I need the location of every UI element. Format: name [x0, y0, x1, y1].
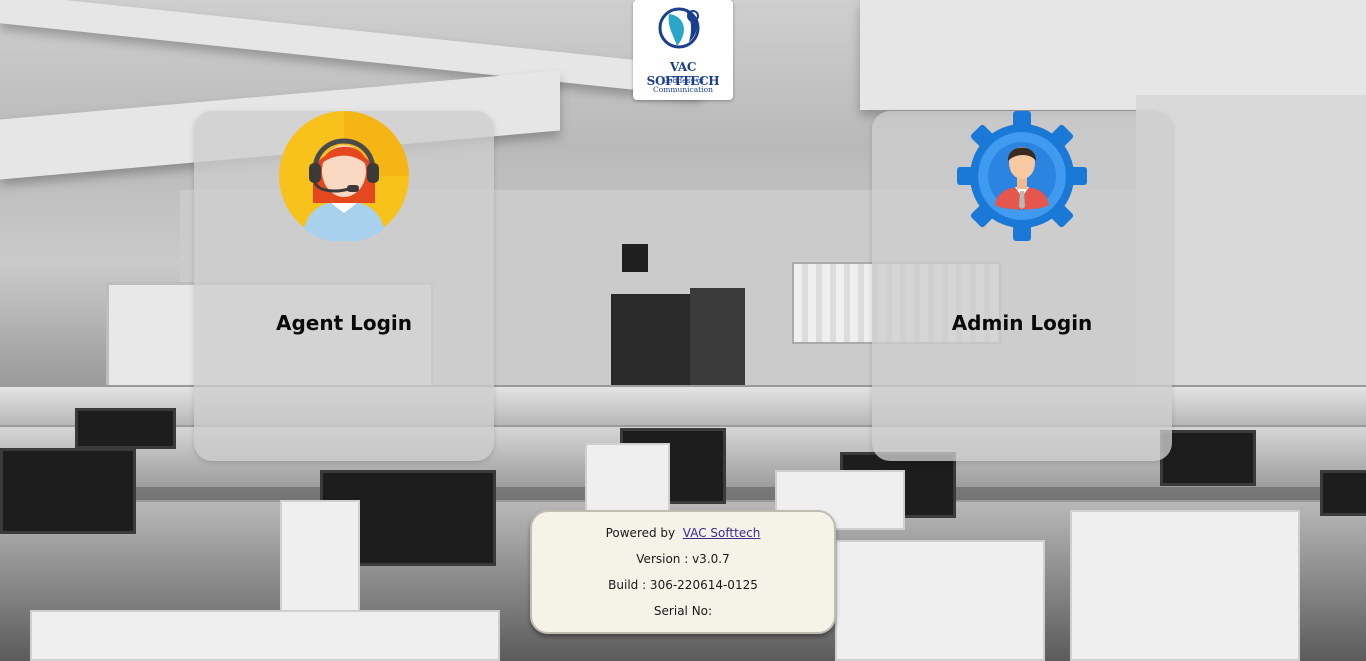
wall-speaker [622, 244, 648, 272]
version-info-panel: Powered by VAC Softtech Version : v3.0.7… [530, 510, 836, 634]
call-center-agent-icon [279, 111, 409, 241]
admin-gear-user-icon [957, 111, 1087, 241]
monitor [0, 448, 136, 534]
vac-softtech-logo: VAC SOFTTECH Goddess of Communication [633, 0, 733, 100]
monitor [75, 408, 176, 449]
admin-login-label: Admin Login [951, 311, 1093, 335]
ceiling-beam [0, 0, 700, 97]
powered-by-line: Powered by VAC Softtech [532, 524, 834, 542]
agent-login-card[interactable]: Agent Login [194, 111, 494, 461]
desk-partition [280, 500, 360, 620]
serial-text: Serial No: [653, 604, 713, 618]
monitor [1160, 430, 1256, 486]
build-text: Build : 306-220614-0125 [608, 578, 758, 592]
logo-mark-icon [658, 7, 700, 49]
ceiling-beam [860, 0, 1366, 110]
vac-softtech-link[interactable]: VAC Softtech [683, 526, 761, 540]
desk-partition [585, 443, 670, 513]
version-text: Version : v3.0.7 [636, 552, 730, 566]
desk-partition [30, 610, 500, 661]
admin-login-card[interactable]: Admin Login [872, 111, 1172, 461]
agent-login-label: Agent Login [275, 311, 412, 335]
monitor [1320, 470, 1366, 516]
desk-partition [835, 540, 1045, 661]
desk-partition [1070, 510, 1300, 661]
logo-subtitle: Goddess of Communication [653, 76, 713, 94]
powered-by-label: Powered by [605, 526, 676, 540]
